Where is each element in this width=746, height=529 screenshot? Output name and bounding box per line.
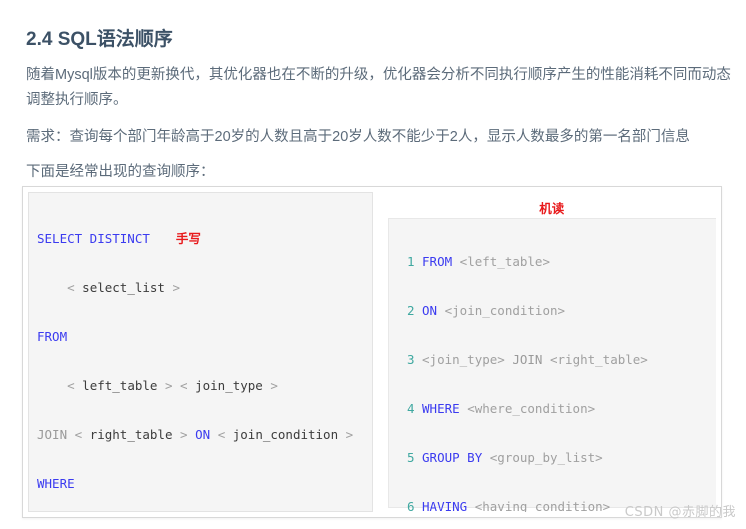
code-line-from: FROM xyxy=(37,325,372,350)
line-number: 2 xyxy=(406,302,415,318)
sql-placeholder: join_condition xyxy=(232,426,339,442)
sql-placeholder-bracketed: <right_table> xyxy=(550,351,648,367)
angle-bracket-close: > xyxy=(180,426,188,442)
sql-keyword: WHERE xyxy=(422,400,460,416)
sql-keyword-join: JOIN xyxy=(37,426,68,442)
sql-keyword: HAVING xyxy=(422,498,468,513)
sql-placeholder: left_table xyxy=(82,377,158,393)
line-number: 6 xyxy=(406,498,415,513)
angle-bracket-open: < xyxy=(67,377,75,393)
sql-keyword-join: JOIN xyxy=(512,351,543,367)
sql-keyword: FROM xyxy=(422,253,453,269)
code-line-where: WHERE xyxy=(37,472,372,497)
sql-keyword-on: ON xyxy=(195,426,211,442)
sql-keyword: WHERE xyxy=(37,475,75,491)
angle-bracket-close: > xyxy=(270,377,278,393)
code-line-select-distinct: SELECT DISTINCT 手写 xyxy=(37,227,372,252)
line-number: 4 xyxy=(406,400,415,416)
pane-divider xyxy=(372,192,388,512)
sql-placeholder: select_list xyxy=(82,279,165,295)
handwritten-label: 手写 xyxy=(175,230,201,246)
sql-placeholder: right_table xyxy=(89,426,173,442)
sql-keyword: ON xyxy=(422,302,438,318)
code-line-2-on: 2 ON <join_condition> xyxy=(389,299,717,324)
sql-placeholder-bracketed: <group_by_list> xyxy=(489,449,603,465)
angle-bracket-open: < xyxy=(74,426,83,442)
sql-keyword: FROM xyxy=(37,328,68,344)
page-title: 2.4 SQL语法顺序 xyxy=(26,28,173,50)
sql-placeholder-bracketed: <left_table> xyxy=(459,253,550,269)
page-root: 2.4 SQL语法顺序 随着Mysql版本的更新换代，其优化器也在不断的升级，优… xyxy=(0,0,746,529)
csdn-watermark: CSDN @赤脚的我 xyxy=(624,505,736,520)
line-number: 3 xyxy=(406,351,415,367)
code-comparison-container: SELECT DISTINCT 手写 < select_list > FROM <… xyxy=(22,186,722,518)
code-line-5-group-by: 5 GROUP BY <group_by_list> xyxy=(389,446,717,471)
sql-keyword: SELECT DISTINCT xyxy=(37,230,150,246)
code-line-1-from: 1 FROM <left_table> xyxy=(389,250,717,275)
code-line-3-join: 3 <join_type> JOIN <right_table> xyxy=(389,348,717,373)
code-line-4-where: 4 WHERE <where_condition> xyxy=(389,397,717,422)
angle-bracket-close: > xyxy=(172,279,181,295)
paragraph-requirement: 需求：查询每个部门年龄高于20岁的人数且高于20岁人数不能少于2人，显示人数最多… xyxy=(26,128,690,145)
pane-machine-order: 机读 1 FROM <left_table> 2 ON <join_condit… xyxy=(387,192,716,512)
code-line-left-table: < left_table > < join_type > xyxy=(37,374,372,399)
angle-bracket-open: < xyxy=(67,279,75,295)
sql-placeholder-bracketed: <where_condition> xyxy=(467,400,596,416)
pane-handwritten-order: SELECT DISTINCT 手写 < select_list > FROM <… xyxy=(28,192,373,512)
handwritten-code-block: SELECT DISTINCT 手写 < select_list > FROM <… xyxy=(37,202,372,511)
line-number: 5 xyxy=(406,449,415,465)
code-line-join: JOIN < right_table > ON < join_condition… xyxy=(37,423,372,448)
code-line-select-list: < select_list > xyxy=(37,276,372,301)
angle-bracket-open: < xyxy=(217,426,226,442)
machine-code-block: 1 FROM <left_table> 2 ON <join_condition… xyxy=(389,225,717,513)
paragraph-intro: 随着Mysql版本的更新换代，其优化器也在不断的升级，优化器会分析不同执行顺序产… xyxy=(26,66,731,108)
sql-placeholder: join_type xyxy=(195,377,263,393)
machine-label: 机读 xyxy=(539,201,565,216)
angle-bracket-close: > xyxy=(164,377,173,393)
sql-keyword: GROUP BY xyxy=(422,449,483,465)
angle-bracket-open: < xyxy=(180,377,188,393)
machine-code-background: 1 FROM <left_table> 2 ON <join_condition… xyxy=(387,218,716,512)
sql-placeholder-bracketed: <join_condition> xyxy=(444,302,566,318)
paragraph-lead-in: 下面是经常出现的查询顺序： xyxy=(26,163,215,180)
sql-placeholder-bracketed: <having_condition> xyxy=(474,498,611,513)
angle-bracket-close: > xyxy=(345,426,354,442)
sql-placeholder-bracketed: <join_type> xyxy=(422,351,505,367)
line-number: 1 xyxy=(406,253,415,269)
